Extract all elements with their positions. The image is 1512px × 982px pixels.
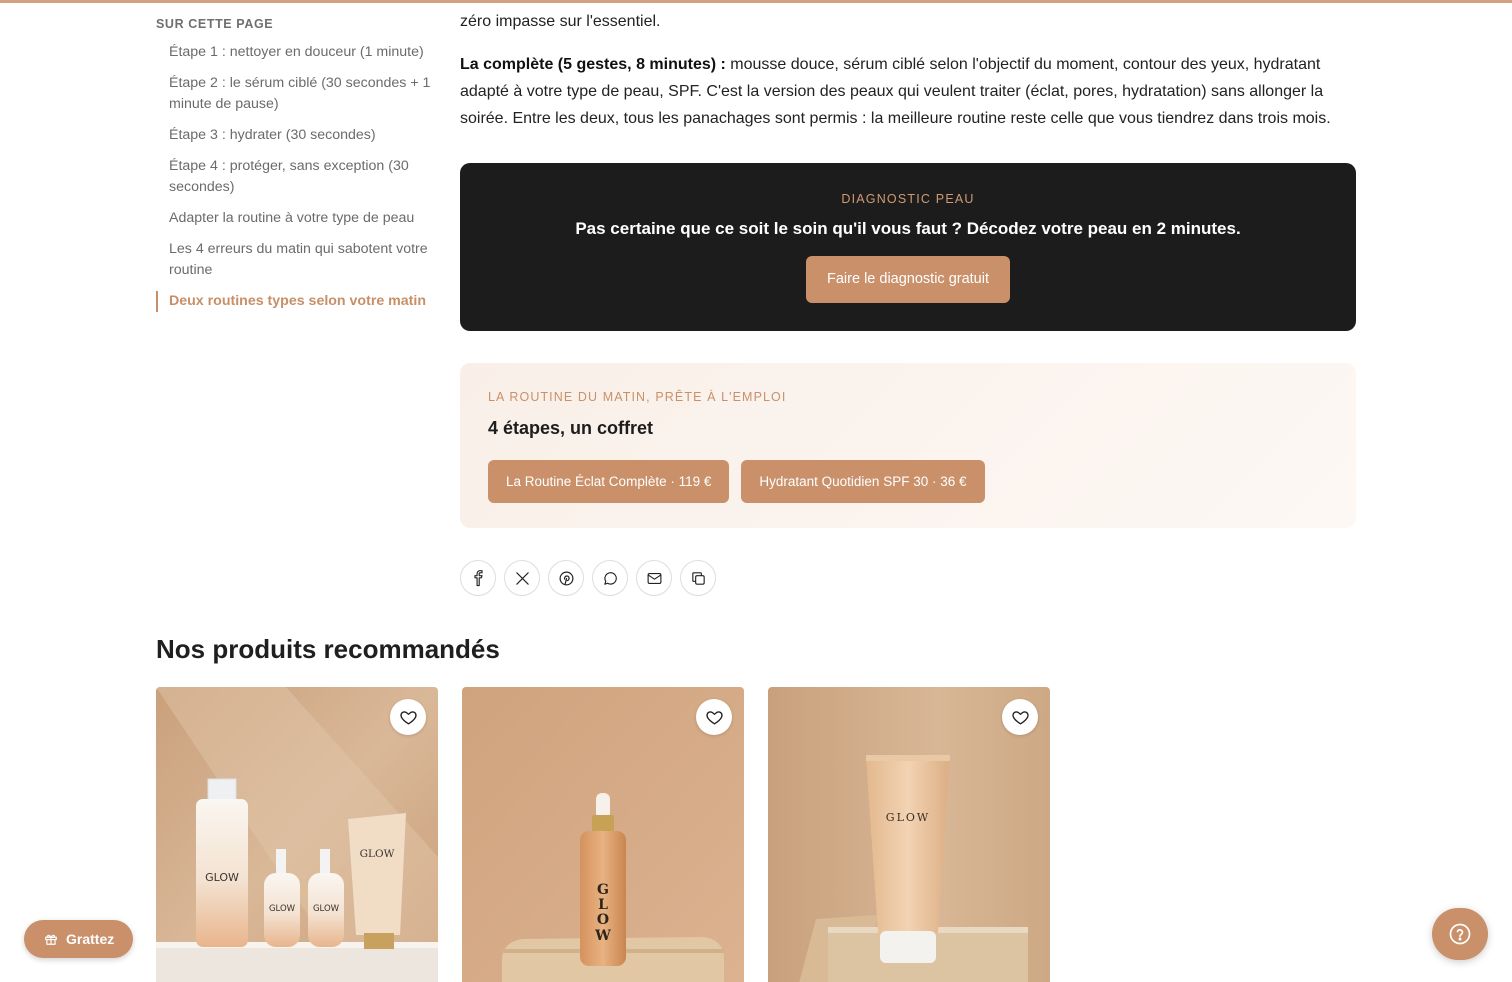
toc-link[interactable]: Deux routines types selon votre matin <box>156 291 436 312</box>
facebook-icon <box>473 569 483 586</box>
pinterest-icon <box>559 571 573 585</box>
email-icon <box>647 572 661 584</box>
paragraph-lead: La complète (5 gestes, 8 minutes) : <box>460 56 726 73</box>
product-card[interactable]: G L O W <box>462 687 744 982</box>
svg-text:GLOW: GLOW <box>269 904 296 914</box>
share-x-button[interactable] <box>504 560 540 596</box>
toc-heading: SUR CETTE PAGE <box>156 17 274 31</box>
heart-icon <box>705 710 723 725</box>
svg-text:GLOW: GLOW <box>313 904 340 914</box>
kit-title: 4 étapes, un coffret <box>488 418 654 438</box>
add-to-wishlist-button[interactable] <box>390 699 426 735</box>
svg-text:O: O <box>597 912 609 928</box>
toc-link[interactable]: Étape 1 : nettoyer en douceur (1 minute) <box>156 42 436 63</box>
spf-moisturizer-button[interactable]: Hydratant Quotidien SPF 30 · 36 € <box>741 460 985 503</box>
toc-link[interactable]: Étape 3 : hydrater (30 secondes) <box>156 125 436 146</box>
share-bar <box>460 560 716 596</box>
morning-routine-kit-box: LA ROUTINE DU MATIN, PRÊTE À L'EMPLOI 4 … <box>460 363 1356 528</box>
copy-link-icon <box>691 571 705 585</box>
copy-link-button[interactable] <box>680 560 716 596</box>
recommended-products-heading: Nos produits recommandés <box>156 634 500 664</box>
share-pinterest-button[interactable] <box>548 560 584 596</box>
product-carousel: GLOW GLOW GLOW GLOW G L O W GLOW <box>156 687 1050 982</box>
diagnostic-title: Pas certaine que ce soit le soin qu'il v… <box>575 219 1241 238</box>
svg-text:GLOW: GLOW <box>886 811 930 824</box>
routine-kit-photo: GLOW GLOW GLOW GLOW <box>156 687 438 982</box>
toc-link[interactable]: Adapter la routine à votre type de peau <box>156 208 436 229</box>
add-to-wishlist-button[interactable] <box>1002 699 1038 735</box>
reading-progress-bar <box>0 0 1512 3</box>
article-paragraph-complete-routine: La complète (5 gestes, 8 minutes) : mous… <box>460 51 1356 132</box>
share-facebook-button[interactable] <box>460 560 496 596</box>
toc-link[interactable]: Étape 4 : protéger, sans exception (30 s… <box>156 156 436 198</box>
start-diagnostic-button[interactable]: Faire le diagnostic gratuit <box>806 256 1010 303</box>
diagnostic-eyebrow: DIAGNOSTIC PEAU <box>841 192 975 206</box>
x-icon <box>515 571 529 585</box>
gift-icon <box>45 934 57 945</box>
svg-text:GLOW: GLOW <box>360 848 395 860</box>
toc-link[interactable]: Étape 2 : le sérum ciblé (30 secondes + … <box>156 73 436 115</box>
help-button[interactable] <box>1432 908 1488 960</box>
product-card[interactable]: GLOW <box>768 687 1050 982</box>
kit-eyebrow: LA ROUTINE DU MATIN, PRÊTE À L'EMPLOI <box>488 390 787 404</box>
heart-icon <box>399 710 417 725</box>
toc-list: Étape 1 : nettoyer en douceur (1 minute)… <box>156 42 436 312</box>
toc-link[interactable]: Les 4 erreurs du matin qui sabotent votr… <box>156 239 436 281</box>
skin-diagnostic-banner: DIAGNOSTIC PEAU Pas certaine que ce soit… <box>460 163 1356 331</box>
svg-text:GLOW: GLOW <box>205 871 239 884</box>
table-of-contents: SUR CETTE PAGE Étape 1 : nettoyer en dou… <box>156 17 436 322</box>
heart-icon <box>1011 710 1029 725</box>
article-paragraph: zéro impasse sur l'essentiel. <box>460 13 661 30</box>
kit-actions: La Routine Éclat Complète · 119 € Hydrat… <box>488 460 1328 503</box>
scratch-card-button[interactable]: Grattez <box>24 920 134 958</box>
help-icon <box>1449 923 1471 945</box>
svg-text:W: W <box>594 928 611 944</box>
product-card[interactable]: GLOW GLOW GLOW GLOW <box>156 687 438 982</box>
cream-tube-photo: GLOW <box>768 687 1050 982</box>
share-whatsapp-button[interactable] <box>592 560 628 596</box>
svg-text:L: L <box>598 897 608 913</box>
serum-bottle-photo: G L O W <box>462 687 744 982</box>
whatsapp-icon <box>603 571 617 585</box>
add-to-wishlist-button[interactable] <box>696 699 732 735</box>
share-email-button[interactable] <box>636 560 672 596</box>
svg-text:G: G <box>597 882 609 898</box>
routine-eclat-button[interactable]: La Routine Éclat Complète · 119 € <box>488 460 730 503</box>
article-body: zéro impasse sur l'essentiel. La complèt… <box>460 8 1356 132</box>
scratch-card-label: Grattez <box>66 931 115 947</box>
